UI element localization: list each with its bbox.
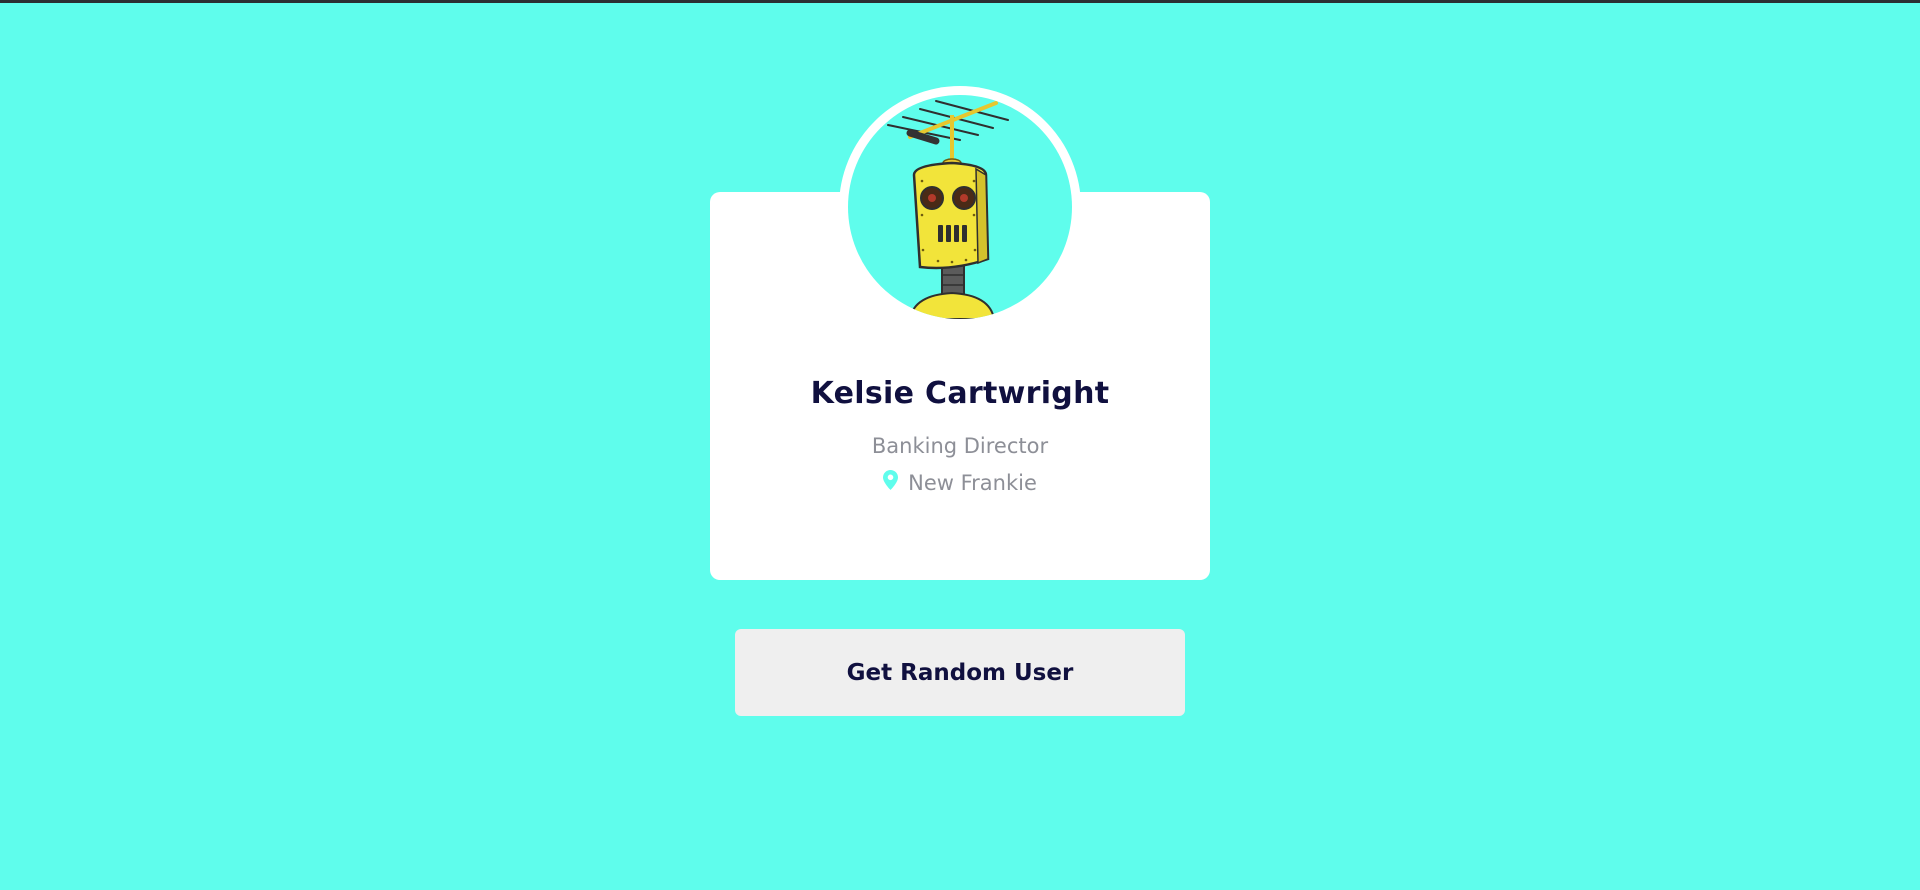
user-name: Kelsie Cartwright bbox=[810, 376, 1110, 411]
window-top-border bbox=[0, 0, 1920, 3]
user-location-text: New Frankie bbox=[908, 471, 1037, 495]
avatar-frame bbox=[839, 86, 1081, 328]
user-location: New Frankie bbox=[710, 469, 1210, 495]
page: Kelsie Cartwright Banking Director New F… bbox=[0, 0, 1920, 890]
get-random-user-button[interactable]: Get Random User bbox=[735, 629, 1185, 716]
user-job-title: Banking Director bbox=[871, 434, 1049, 458]
robot-avatar-icon bbox=[887, 100, 1009, 319]
map-pin-icon bbox=[883, 469, 899, 495]
avatar bbox=[848, 95, 1072, 319]
